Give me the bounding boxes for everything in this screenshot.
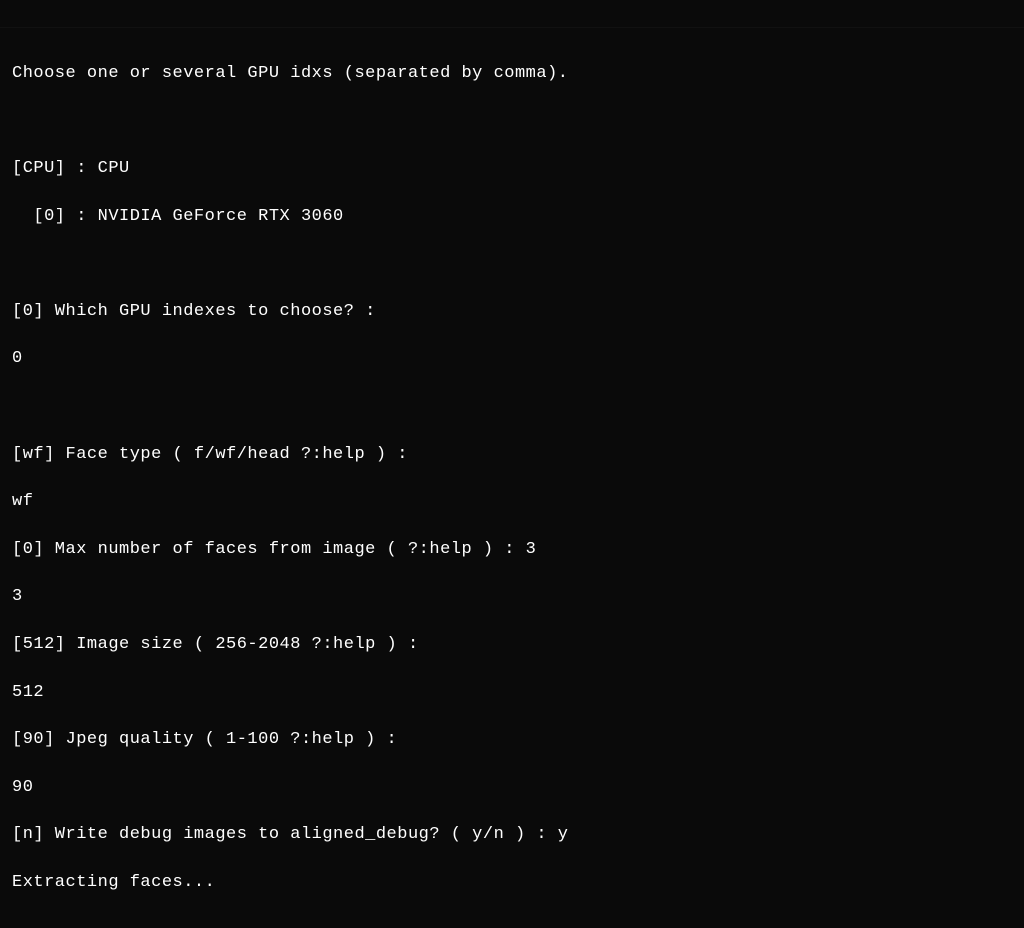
terminal-line: [0] Which GPU indexes to choose? : [12, 300, 1012, 324]
terminal-line [12, 252, 1012, 276]
terminal-line: [wf] Face type ( f/wf/head ?:help ) : [12, 443, 1012, 467]
terminal-line: Extracting faces... [12, 871, 1012, 895]
terminal-line [12, 395, 1012, 419]
terminal-line: [n] Write debug images to aligned_debug?… [12, 823, 1012, 847]
terminal-line: [CPU] : CPU [12, 157, 1012, 181]
terminal-line: [0] Max number of faces from image ( ?:h… [12, 538, 1012, 562]
terminal-line: Choose one or several GPU idxs (separate… [12, 62, 1012, 86]
terminal-line: 0 [12, 347, 1012, 371]
terminal-line [12, 109, 1012, 133]
terminal-line: 3 [12, 585, 1012, 609]
terminal-line: [0] : NVIDIA GeForce RTX 3060 [12, 205, 1012, 229]
terminal-line: 512 [12, 681, 1012, 705]
terminal-line: [90] Jpeg quality ( 1-100 ?:help ) : [12, 728, 1012, 752]
terminal-line: [512] Image size ( 256-2048 ?:help ) : [12, 633, 1012, 657]
terminal-line: 90 [12, 776, 1012, 800]
terminal-output[interactable]: Choose one or several GPU idxs (separate… [0, 28, 1024, 928]
terminal-line: wf [12, 490, 1012, 514]
terminal-titlebar [0, 0, 1024, 28]
